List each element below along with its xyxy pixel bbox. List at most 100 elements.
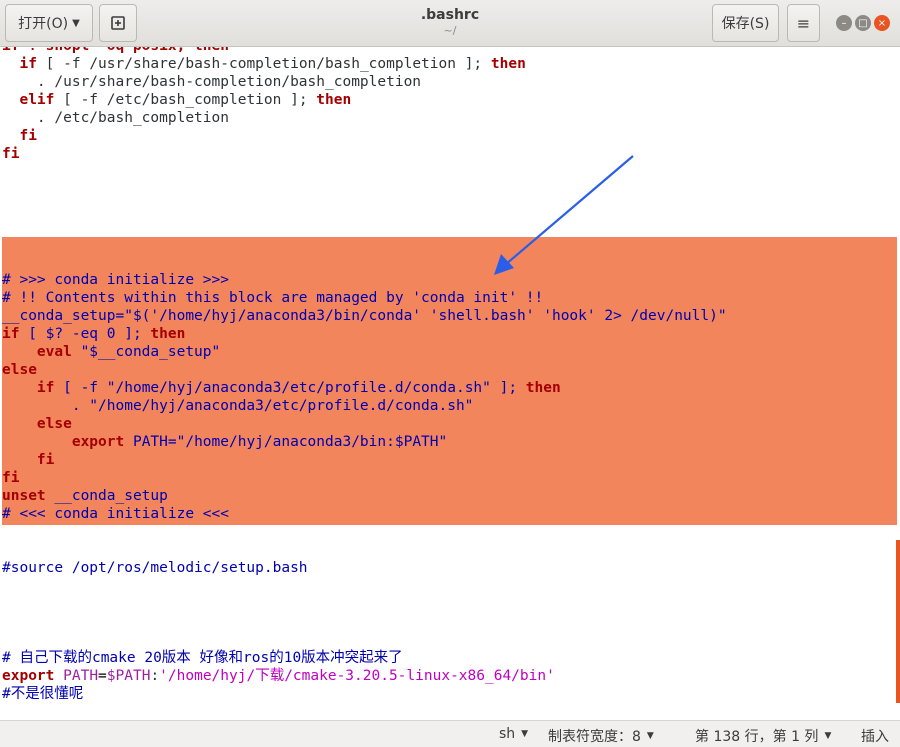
code-line: if ! shopt -oq posix; then (2, 47, 229, 55)
code-token: export (2, 668, 55, 684)
code-token: # 自己下载的cmake 20版本 好像和ros的10版本冲突起来了 (2, 650, 403, 666)
code-line: fi (2, 469, 19, 487)
code-line: else (2, 415, 72, 433)
code-line: eval "$__conda_setup" (2, 343, 220, 361)
new-document-icon (111, 16, 125, 30)
code-token: . /usr/share/bash-completion/bash_comple… (2, 74, 422, 90)
insert-mode-label: 插入 (861, 729, 889, 745)
chevron-down-icon: ▼ (72, 17, 80, 29)
code-token: : (150, 668, 160, 684)
language-selector[interactable]: sh ▼ (499, 726, 528, 742)
code-token: # <<< conda initialize <<< (2, 506, 229, 522)
code-token: . /etc/bash_completion (2, 110, 229, 126)
window-title: .bashrc (420, 7, 480, 23)
code-token: else (36, 416, 72, 432)
code-token: fi (2, 470, 20, 486)
code-line: #source /opt/ros/melodic/setup.bash (2, 559, 308, 577)
code-token: # !! Contents within this block are mana… (2, 290, 544, 306)
code-token: [ -f /etc/bash_completion ]; (54, 92, 317, 108)
maximize-icon: □ (858, 17, 868, 29)
code-token: then (525, 380, 561, 396)
menu-button[interactable]: ≡ (787, 4, 820, 42)
code-token: then (150, 326, 186, 342)
code-token: . "/home/hyj/anaconda3/etc/profile.d/con… (2, 398, 474, 414)
language-label: sh (499, 726, 516, 742)
code-token: __conda_setup (45, 488, 168, 504)
hamburger-menu-icon: ≡ (796, 13, 811, 33)
code-line: if [ -f /usr/share/bash-completion/bash_… (2, 55, 526, 73)
code-line: fi (2, 127, 37, 145)
code-token: if (19, 56, 37, 72)
code-token: then (490, 56, 526, 72)
code-token: "$__conda_setup" (71, 344, 221, 360)
code-line: # <<< conda initialize <<< (2, 505, 229, 523)
code-line: __conda_setup="$('/home/hyj/anaconda3/bi… (2, 307, 727, 325)
window-title-area: .bashrc ~/ (300, 7, 600, 37)
cursor-position-label: 第 138 行，第 1 列 (695, 729, 819, 745)
code-line: export PATH="/home/hyj/anaconda3/bin:$PA… (2, 433, 447, 451)
code-token: # >>> conda initialize >>> (2, 272, 229, 288)
code-token: [ $? -eq 0 ]; (19, 326, 151, 342)
chevron-down-icon: ▼ (521, 729, 529, 739)
code-line: if [ $? -eq 0 ]; then (2, 325, 185, 343)
code-token: fi (36, 452, 55, 468)
header-bar: 打开(O) ▼ .bashrc ~/ 保存(S) ≡ – □ × (0, 0, 900, 47)
tab-width-label: 制表符宽度：8 (548, 729, 641, 745)
minimize-icon: – (841, 17, 847, 29)
close-button[interactable]: × (874, 15, 890, 31)
code-line: else (2, 361, 37, 379)
save-button[interactable]: 保存(S) (712, 4, 779, 42)
cursor-position[interactable]: 第 138 行，第 1 列 ▼ (695, 726, 831, 746)
minimize-button[interactable]: – (836, 15, 852, 31)
code-line: # !! Contents within this block are mana… (2, 289, 543, 307)
code-token: if (36, 380, 55, 396)
code-line: if [ -f "/home/hyj/anaconda3/etc/profile… (2, 379, 561, 397)
code-line: elif [ -f /etc/bash_completion ]; then (2, 91, 351, 109)
close-icon: × (877, 17, 887, 29)
code-token: fi (19, 128, 37, 144)
chevron-down-icon: ▼ (824, 731, 832, 741)
code-line: . /etc/bash_completion (2, 109, 229, 127)
code-token: = (98, 668, 107, 684)
code-line: fi (2, 145, 19, 163)
code-token: #source /opt/ros/melodic/setup.bash (2, 560, 308, 576)
open-button[interactable]: 打开(O) ▼ (5, 4, 93, 42)
save-button-label: 保存(S) (721, 16, 770, 32)
code-token: #不是很懂呢 (2, 686, 84, 702)
code-token: [ -f /usr/share/bash-completion/bash_com… (36, 56, 491, 72)
scrollbar-indicator[interactable] (896, 540, 900, 703)
code-line: #不是很懂呢 (2, 685, 83, 703)
code-line: . "/home/hyj/anaconda3/etc/profile.d/con… (2, 397, 474, 415)
chevron-down-icon: ▼ (646, 731, 654, 741)
code-line: export PATH=$PATH:'/home/hyj/下载/cmake-3.… (2, 667, 555, 685)
code-token: else (2, 362, 37, 378)
tab-width-selector[interactable]: 制表符宽度：8 ▼ (548, 726, 654, 746)
open-button-label: 打开(O) (18, 16, 69, 32)
code-line: . /usr/share/bash-completion/bash_comple… (2, 73, 421, 91)
code-token: [ -f "/home/hyj/anaconda3/etc/profile.d/… (54, 380, 526, 396)
insert-mode-indicator[interactable]: 插入 (861, 726, 889, 746)
code-token: elif (19, 92, 55, 108)
code-token: PATH="/home/hyj/anaconda3/bin:$PATH" (124, 434, 448, 450)
code-token: eval (36, 344, 72, 360)
code-token: export (71, 434, 125, 450)
code-line: fi (2, 451, 54, 469)
code-token: PATH (63, 668, 99, 684)
maximize-button[interactable]: □ (855, 15, 871, 31)
window-subtitle: ~/ (443, 24, 457, 37)
code-token: __conda_setup="$('/home/hyj/anaconda3/bi… (2, 308, 727, 324)
code-line: unset __conda_setup (2, 487, 168, 505)
code-token: if ! shopt -oq posix; then (2, 47, 229, 54)
text-editor[interactable]: if ! shopt -oq posix; then if [ -f /usr/… (0, 47, 900, 720)
code-token: '/home/hyj/下载/cmake-3.20.5-linux-x86_64/… (159, 668, 555, 684)
new-tab-button[interactable] (99, 4, 137, 42)
